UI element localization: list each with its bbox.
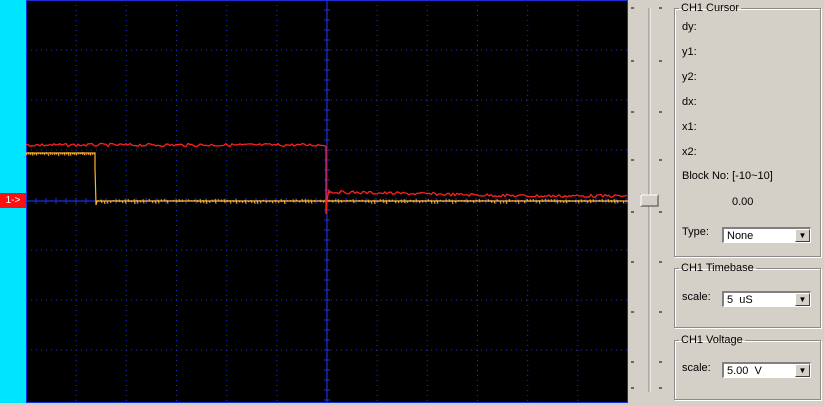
slider-thumb [640,194,659,207]
y2-label: y2: [682,71,697,83]
chevron-down-icon[interactable]: ▼ [795,229,810,242]
voltage-scale-value: 5.00 V [727,365,762,377]
timebase-scale-value: 5 uS [727,294,753,306]
cursor-type-select[interactable]: None ▼ [722,227,811,243]
x1-label: x1: [682,121,697,133]
timebase-scale-select[interactable]: 5 uS ▼ [722,291,811,307]
timebase-scale-label: scale: [682,291,711,303]
control-panel: CH1 Cursor dy: y1: y2: dx: x1: x2: Block… [672,0,824,403]
chevron-down-icon[interactable]: ▼ [795,293,810,306]
x2-label: x2: [682,146,697,158]
oscilloscope-display[interactable]: 1-> [0,0,628,403]
ch1-voltage-title: CH1 Voltage [681,334,743,346]
waveform-plot [26,0,628,403]
chevron-down-icon[interactable]: ▼ [795,364,810,377]
y1-label: y1: [682,46,697,58]
block-no-label: Block No: [-10~10] [682,170,773,182]
ch1-timebase-title: CH1 Timebase [681,262,754,274]
dy-label: dy: [682,21,697,33]
block-no-value: 0.00 [732,196,754,208]
cursor-type-value: None [727,230,754,242]
channel1-offset-marker[interactable]: 1-> [0,193,26,208]
vertical-slider[interactable] [628,0,672,403]
type-label: Type: [682,226,709,238]
voltage-scale-label: scale: [682,362,711,374]
slider-track [631,7,662,392]
voltage-scale-select[interactable]: 5.00 V ▼ [722,362,811,378]
ch1-cursor-title: CH1 Cursor [681,2,740,14]
dx-label: dx: [682,96,697,108]
